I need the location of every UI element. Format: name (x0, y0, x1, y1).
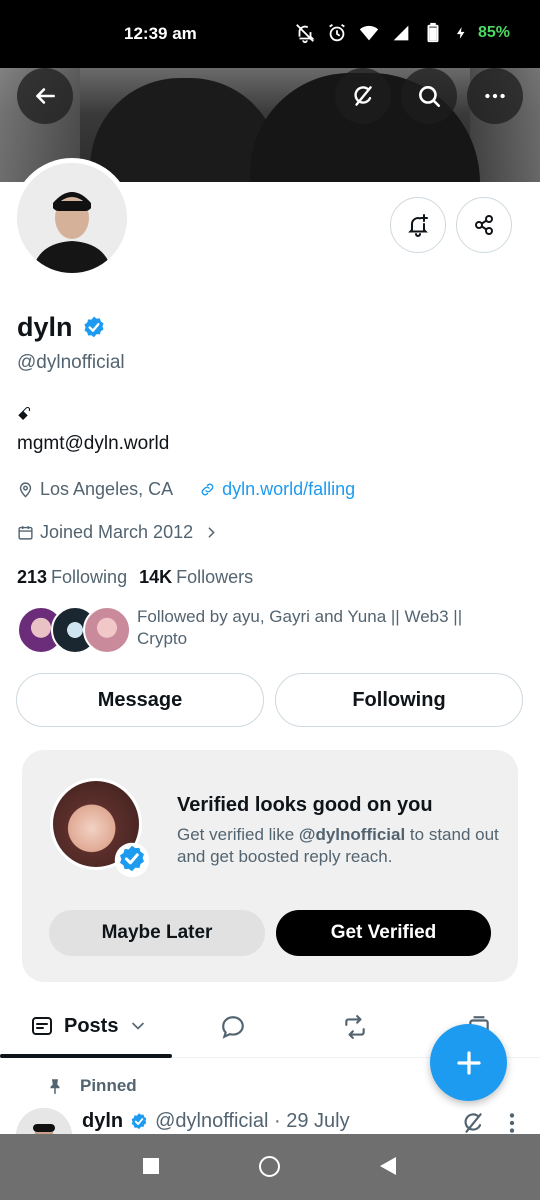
maybe-later-button[interactable]: Maybe Later (49, 910, 265, 956)
notifications-button[interactable] (390, 197, 446, 253)
recents-button[interactable] (143, 1158, 159, 1174)
bell-muted-icon (296, 24, 315, 44)
status-time: 12:39 am (124, 24, 197, 43)
verify-card-handle: @dylnofficial (298, 825, 406, 844)
tab-posts[interactable]: Posts (30, 1014, 148, 1038)
pin-icon (50, 1079, 60, 1095)
compose-post-button[interactable] (430, 1024, 507, 1101)
profile-website-link[interactable]: dyln.world/falling (222, 479, 355, 500)
status-bar: 12:39 am 85% (0, 0, 540, 68)
profile-joined: Joined March 2012 (40, 522, 194, 542)
verified-badge-icon (131, 1112, 147, 1129)
bio-email: mgmt@dyln.world (17, 433, 170, 454)
tab-active-indicator (0, 1054, 172, 1058)
profile-name-row: dyln (17, 312, 107, 343)
share-button[interactable] (456, 197, 512, 253)
post-header: dyln @dylnofficial · 29 July (82, 1110, 350, 1133)
avatar-image (17, 163, 127, 273)
followed-by-avatars (17, 606, 131, 656)
followed-by-row[interactable]: Followed by ayu, Gayri and Yuna || Web3 … (17, 606, 487, 656)
post-author-name[interactable]: dyln (82, 1110, 123, 1133)
follower-avatar (83, 606, 131, 654)
search-button[interactable] (401, 68, 457, 124)
battery-icon (427, 22, 439, 43)
grok-icon[interactable] (460, 1110, 486, 1136)
grok-button[interactable] (335, 68, 391, 124)
chevron-down-icon (132, 1022, 145, 1030)
profile-avatar[interactable] (12, 158, 132, 278)
following-label: Following (51, 567, 128, 587)
back-nav-button[interactable] (380, 1157, 396, 1175)
get-verified-button[interactable]: Get Verified (276, 910, 491, 956)
posts-icon (32, 1017, 52, 1035)
profile-location: Los Angeles, CA (40, 479, 174, 499)
pinned-label-row: Pinned (46, 1076, 137, 1096)
alarm-icon (329, 23, 345, 42)
system-navigation-bar (0, 1134, 540, 1200)
followers-label: Followers (176, 567, 254, 587)
following-button[interactable]: Following (275, 673, 523, 727)
battery-percent: 85% (477, 24, 510, 41)
verified-badge-icon (114, 842, 150, 878)
calendar-icon (18, 526, 33, 540)
post-author-handle-date: @dylnofficial · 29 July (155, 1110, 350, 1132)
home-button[interactable] (259, 1156, 280, 1177)
charging-icon (456, 27, 465, 39)
replies-tab-icon[interactable] (220, 1014, 246, 1040)
verified-badge-icon[interactable] (81, 315, 107, 341)
verify-card-title: Verified looks good on you (177, 794, 433, 816)
get-verified-card: Verified looks good on you Get verified … (22, 750, 518, 982)
more-dots-icon (485, 93, 505, 99)
plus-icon (456, 1050, 481, 1075)
profile-handle: @dylnofficial (17, 352, 125, 373)
search-icon (419, 86, 441, 108)
bio-symbol: ꗃ (17, 404, 32, 424)
more-vertical-icon[interactable] (502, 1110, 522, 1136)
meta-location-website: Los Angeles, CA dyln.world/falling (17, 479, 355, 500)
follow-counts: 213 Following 14K Followers (17, 567, 253, 588)
link-icon (201, 483, 214, 496)
followers-count: 14K (139, 567, 173, 587)
message-button[interactable]: Message (16, 673, 264, 727)
status-icons: 85% (294, 22, 510, 44)
back-button[interactable] (17, 68, 73, 124)
signal-icon (393, 25, 409, 41)
verify-card-description: Get verified like @dylnofficial to stand… (177, 825, 499, 866)
bell-plus-icon (408, 214, 428, 237)
pinned-label: Pinned (80, 1076, 137, 1095)
grok-icon (354, 86, 372, 106)
tab-posts-label: Posts (64, 1014, 119, 1037)
location-pin-icon (19, 482, 32, 498)
more-options-button[interactable] (467, 68, 523, 124)
wifi-icon (359, 25, 379, 41)
followers-count-link[interactable]: 14K Followers (139, 567, 253, 588)
arrow-left-icon (36, 88, 55, 104)
share-icon (475, 215, 493, 235)
following-count-link[interactable]: 213 Following (17, 567, 127, 588)
following-count: 213 (17, 567, 48, 587)
reposts-tab-icon[interactable] (342, 1014, 368, 1040)
chevron-right-icon (208, 527, 215, 538)
meta-joined[interactable]: Joined March 2012 (17, 522, 220, 543)
profile-name: dyln (17, 312, 73, 342)
followed-by-text: Followed by ayu, Gayri and Yuna || Web3 … (137, 607, 463, 648)
